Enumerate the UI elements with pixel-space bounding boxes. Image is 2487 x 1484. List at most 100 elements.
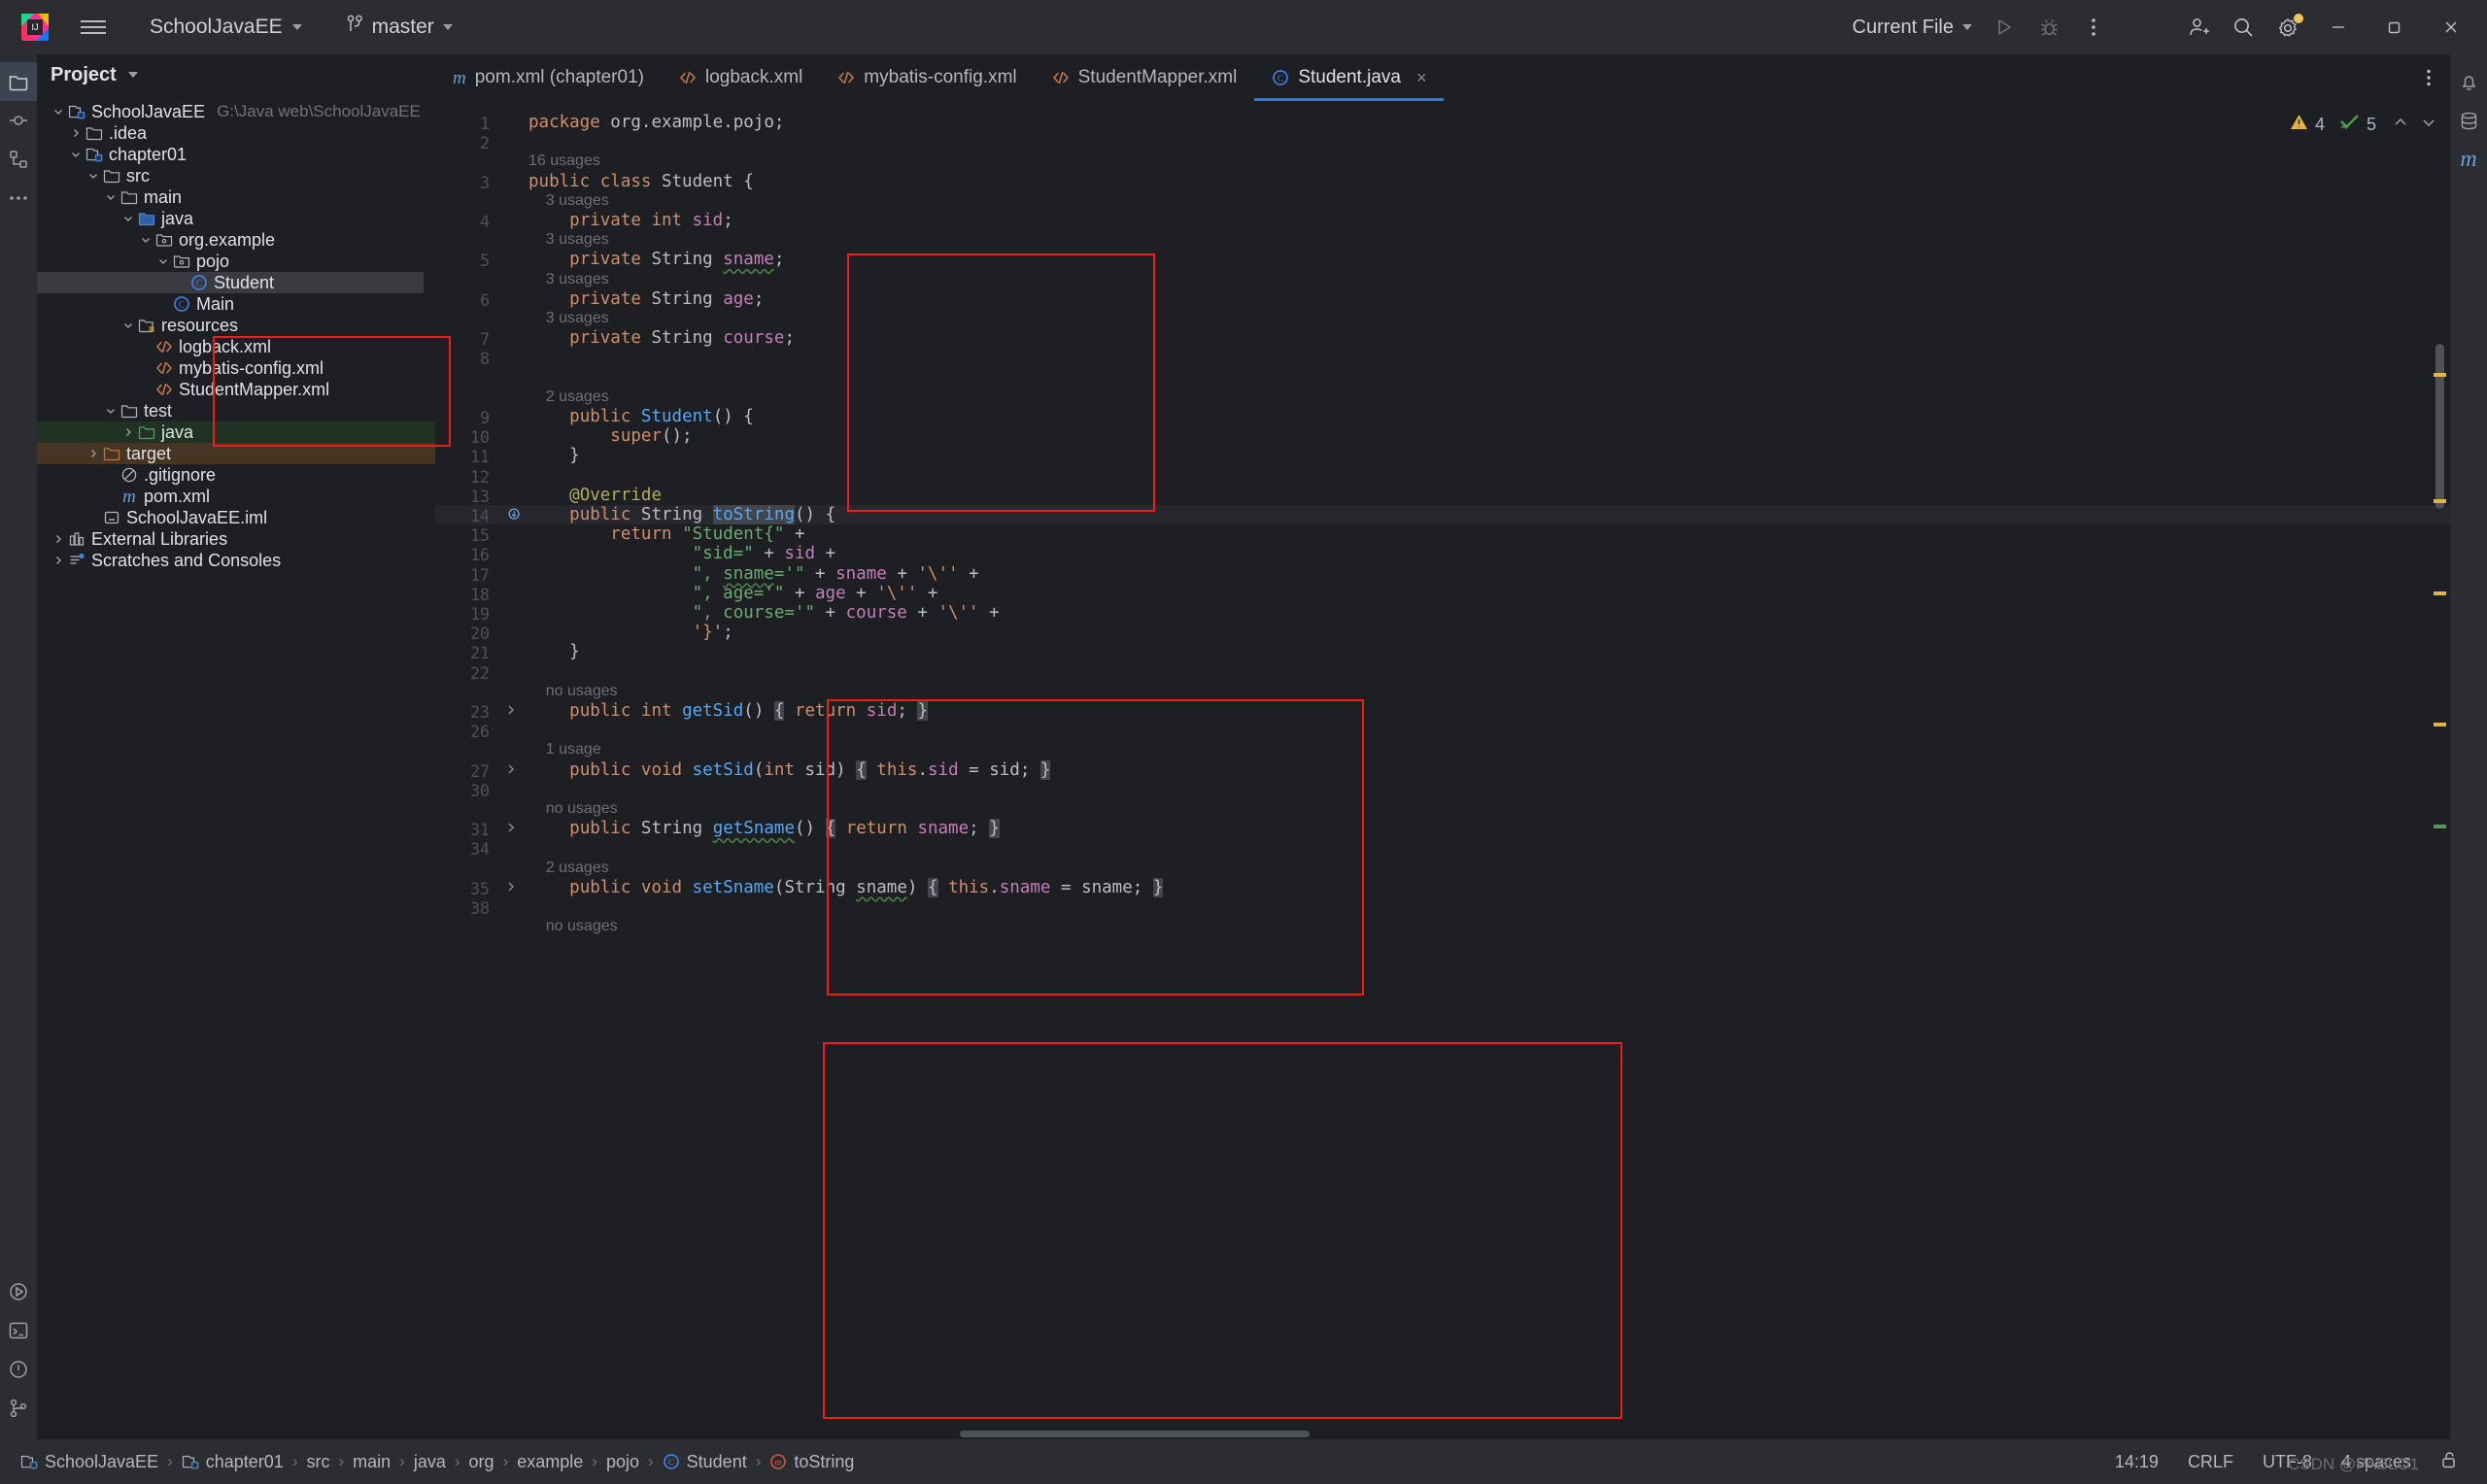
usage-hint[interactable]: 16 usages <box>528 152 600 170</box>
minimize-button[interactable] <box>2310 0 2367 54</box>
editor-tab-pom-xml-chapter01-[interactable]: m pom.xml (chapter01) <box>435 54 662 101</box>
maven-m-icon[interactable]: m <box>2450 140 2487 179</box>
code-line[interactable] <box>528 466 2450 486</box>
code-fold-toggle[interactable] <box>505 880 517 897</box>
tree-item-main[interactable]: main <box>37 186 435 208</box>
usage-hint[interactable]: 3 usages <box>528 192 609 210</box>
code-line[interactable]: no usages <box>528 917 2450 936</box>
tree-item--gitignore[interactable]: .gitignore <box>37 464 435 486</box>
code-line[interactable]: "sid=" + sid + <box>528 544 2450 563</box>
usage-hint[interactable]: 3 usages <box>528 231 609 249</box>
editor-tab-mybatis-config-xml[interactable]: mybatis-config.xml <box>820 54 1034 101</box>
breadcrumb-item-example[interactable]: example <box>510 1450 590 1474</box>
code-line[interactable]: public void setSname(String sname) { thi… <box>528 877 2450 897</box>
database-icon[interactable] <box>2450 101 2487 140</box>
code-line[interactable]: public Student() { <box>528 407 2450 426</box>
chevron-right-icon[interactable] <box>85 448 101 459</box>
code-line[interactable] <box>528 897 2450 917</box>
tree-item-pojo[interactable]: pojo <box>37 251 435 272</box>
breadcrumb-item-org[interactable]: org <box>462 1450 501 1474</box>
editor-gutter[interactable]: 1 2 3 4 5 6 7 8 9 10 11 12 13 14 15 16 17 18 19 20 21 22 23 26 2… <box>435 101 528 1439</box>
git-branch-widget[interactable]: master <box>337 10 462 45</box>
code-line[interactable]: public int getSid() { return sid; } <box>528 701 2450 722</box>
code-line[interactable]: @Override <box>528 486 2450 505</box>
settings-gear-icon[interactable] <box>2266 5 2310 50</box>
unlocked-icon[interactable] <box>2440 1450 2458 1474</box>
code-line[interactable]: 3 usages <box>528 270 2450 289</box>
inspection-marker[interactable] <box>2434 723 2446 726</box>
tree-item-logback-xml[interactable]: logback.xml <box>37 336 435 357</box>
tree-item-resources[interactable]: resources <box>37 315 435 336</box>
chevron-up-icon[interactable] <box>2393 115 2408 135</box>
breadcrumb-item-schooljavaee[interactable]: SchoolJavaEE <box>14 1450 165 1474</box>
code-line[interactable]: 16 usages <box>528 152 2450 171</box>
code-line[interactable]: private String course; <box>528 328 2450 348</box>
code-line[interactable]: private String sname; <box>528 250 2450 269</box>
breadcrumb-item-tostring[interactable]: m toString <box>763 1450 861 1474</box>
chevron-down-icon[interactable] <box>127 72 138 78</box>
code-line[interactable] <box>528 132 2450 152</box>
code-fold-toggle[interactable] <box>505 821 517 838</box>
debug-button[interactable] <box>2027 5 2071 50</box>
inspections-widget[interactable]: 4 5 <box>2290 113 2436 136</box>
editor-tab-studentmapper-xml[interactable]: StudentMapper.xml <box>1035 54 1255 101</box>
tree-item-java[interactable]: java <box>37 208 435 229</box>
code-line[interactable]: 2 usages <box>528 859 2450 878</box>
line-separator[interactable]: CRLF <box>2188 1452 2233 1472</box>
editor-vertical-scrollbar[interactable] <box>2436 344 2444 509</box>
code-line[interactable]: return "Student{" + <box>528 524 2450 544</box>
tree-item-studentmapper-xml[interactable]: StudentMapper.xml <box>37 379 435 400</box>
code-content[interactable]: package org.example.pojo; 16 usages public… <box>528 101 2450 1439</box>
editor-tab-logback-xml[interactable]: logback.xml <box>662 54 820 101</box>
chevron-down-icon[interactable] <box>103 405 119 417</box>
breadcrumb-item-chapter01[interactable]: chapter01 <box>175 1450 290 1474</box>
code-line[interactable] <box>528 368 2450 388</box>
usage-hint[interactable]: no usages <box>528 683 618 700</box>
tree-item-mybatis-config-xml[interactable]: mybatis-config.xml <box>37 357 435 379</box>
add-user-icon[interactable] <box>2176 5 2221 50</box>
tree-item-student[interactable]: C Student <box>37 272 424 293</box>
tree-item-scratches-and-consoles[interactable]: Scratches and Consoles <box>37 550 435 571</box>
code-line[interactable] <box>528 838 2450 858</box>
code-line[interactable]: } <box>528 642 2450 661</box>
project-name-widget[interactable]: SchoolJavaEE <box>140 11 312 44</box>
chevron-down-icon[interactable] <box>2421 115 2436 135</box>
inspection-marker[interactable] <box>2434 373 2446 377</box>
breadcrumb-item-java[interactable]: java <box>407 1450 453 1474</box>
close-icon[interactable]: × <box>1416 68 1427 88</box>
tree-item--idea[interactable]: .idea <box>37 122 435 144</box>
breadcrumb-item-main[interactable]: main <box>346 1450 397 1474</box>
code-line[interactable]: ", age='" + age + '\'' + <box>528 584 2450 603</box>
more-actions-button[interactable] <box>2071 5 2116 50</box>
code-line[interactable]: no usages <box>528 799 2450 819</box>
editor-tab-student-java[interactable]: C Student.java × <box>1254 54 1445 101</box>
code-line[interactable]: no usages <box>528 682 2450 701</box>
code-line[interactable]: 3 usages <box>528 230 2450 250</box>
sidebar-item-problems[interactable] <box>0 1350 37 1389</box>
tree-item-chapter01[interactable]: chapter01 <box>37 144 435 165</box>
tree-item-test[interactable]: test <box>37 400 435 422</box>
run-configuration-selector[interactable]: Current File <box>1843 11 1982 45</box>
sidebar-item-version-control[interactable] <box>0 1389 37 1428</box>
chevron-right-icon[interactable] <box>51 555 66 566</box>
code-line[interactable]: private int sid; <box>528 211 2450 230</box>
sidebar-item-commit[interactable] <box>0 101 37 140</box>
caret-position[interactable]: 14:19 <box>2115 1452 2159 1472</box>
tree-item-schooljavaee[interactable]: SchoolJavaEE G:\Java web\SchoolJavaEE <box>37 101 435 122</box>
sidebar-item-more[interactable] <box>0 179 37 218</box>
usage-hint[interactable]: 1 usage <box>528 741 601 759</box>
inspection-marker[interactable] <box>2434 591 2446 595</box>
project-tree[interactable]: SchoolJavaEE G:\Java web\SchoolJavaEE .ide… <box>37 101 435 1439</box>
chevron-down-icon[interactable] <box>103 191 119 203</box>
code-line[interactable]: public class Student { <box>528 172 2450 191</box>
editor-horizontal-scrollbar[interactable] <box>960 1431 1310 1437</box>
code-fold-toggle[interactable] <box>505 762 517 780</box>
code-line[interactable]: public String toString() { <box>528 505 2450 525</box>
sidebar-item-services[interactable] <box>0 1272 37 1311</box>
chevron-right-icon[interactable] <box>68 127 84 139</box>
code-line[interactable]: 3 usages <box>528 309 2450 328</box>
close-button[interactable] <box>2423 0 2479 54</box>
code-line[interactable]: } <box>528 446 2450 465</box>
sidebar-item-terminal[interactable] <box>0 1311 37 1350</box>
tree-item-src[interactable]: src <box>37 165 435 186</box>
